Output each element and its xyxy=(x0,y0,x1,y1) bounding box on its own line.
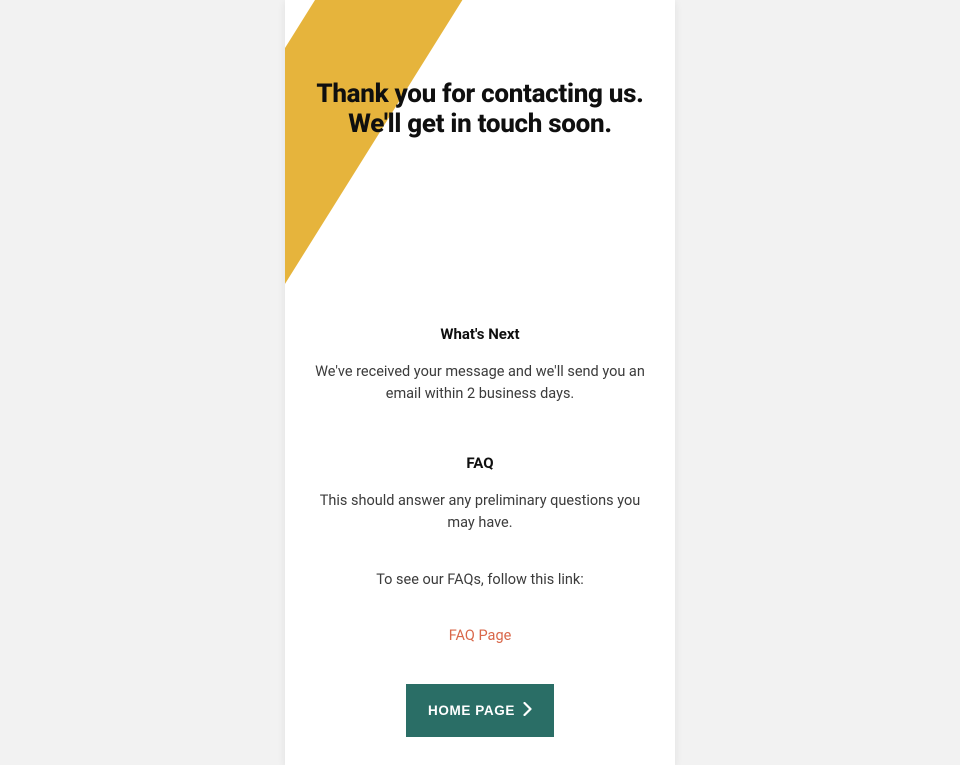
card-content: Thank you for contacting us. We'll get i… xyxy=(285,80,675,737)
faq-section: FAQ This should answer any preliminary q… xyxy=(313,454,647,644)
home-page-button[interactable]: HOME PAGE xyxy=(406,684,554,737)
whats-next-body: We've received your message and we'll se… xyxy=(313,361,647,406)
confirmation-card: Thank you for contacting us. We'll get i… xyxy=(285,0,675,765)
faq-follow-text: To see our FAQs, follow this link: xyxy=(313,569,647,591)
faq-intro-text: This should answer any preliminary quest… xyxy=(313,490,647,535)
chevron-right-icon xyxy=(523,702,532,719)
whats-next-section: What's Next We've received your message … xyxy=(313,325,647,406)
thank-you-headline: Thank you for contacting us. We'll get i… xyxy=(313,80,647,140)
home-page-button-label: HOME PAGE xyxy=(428,703,515,718)
faq-title: FAQ xyxy=(313,454,647,472)
faq-page-link[interactable]: FAQ Page xyxy=(449,627,512,644)
whats-next-title: What's Next xyxy=(313,325,647,343)
